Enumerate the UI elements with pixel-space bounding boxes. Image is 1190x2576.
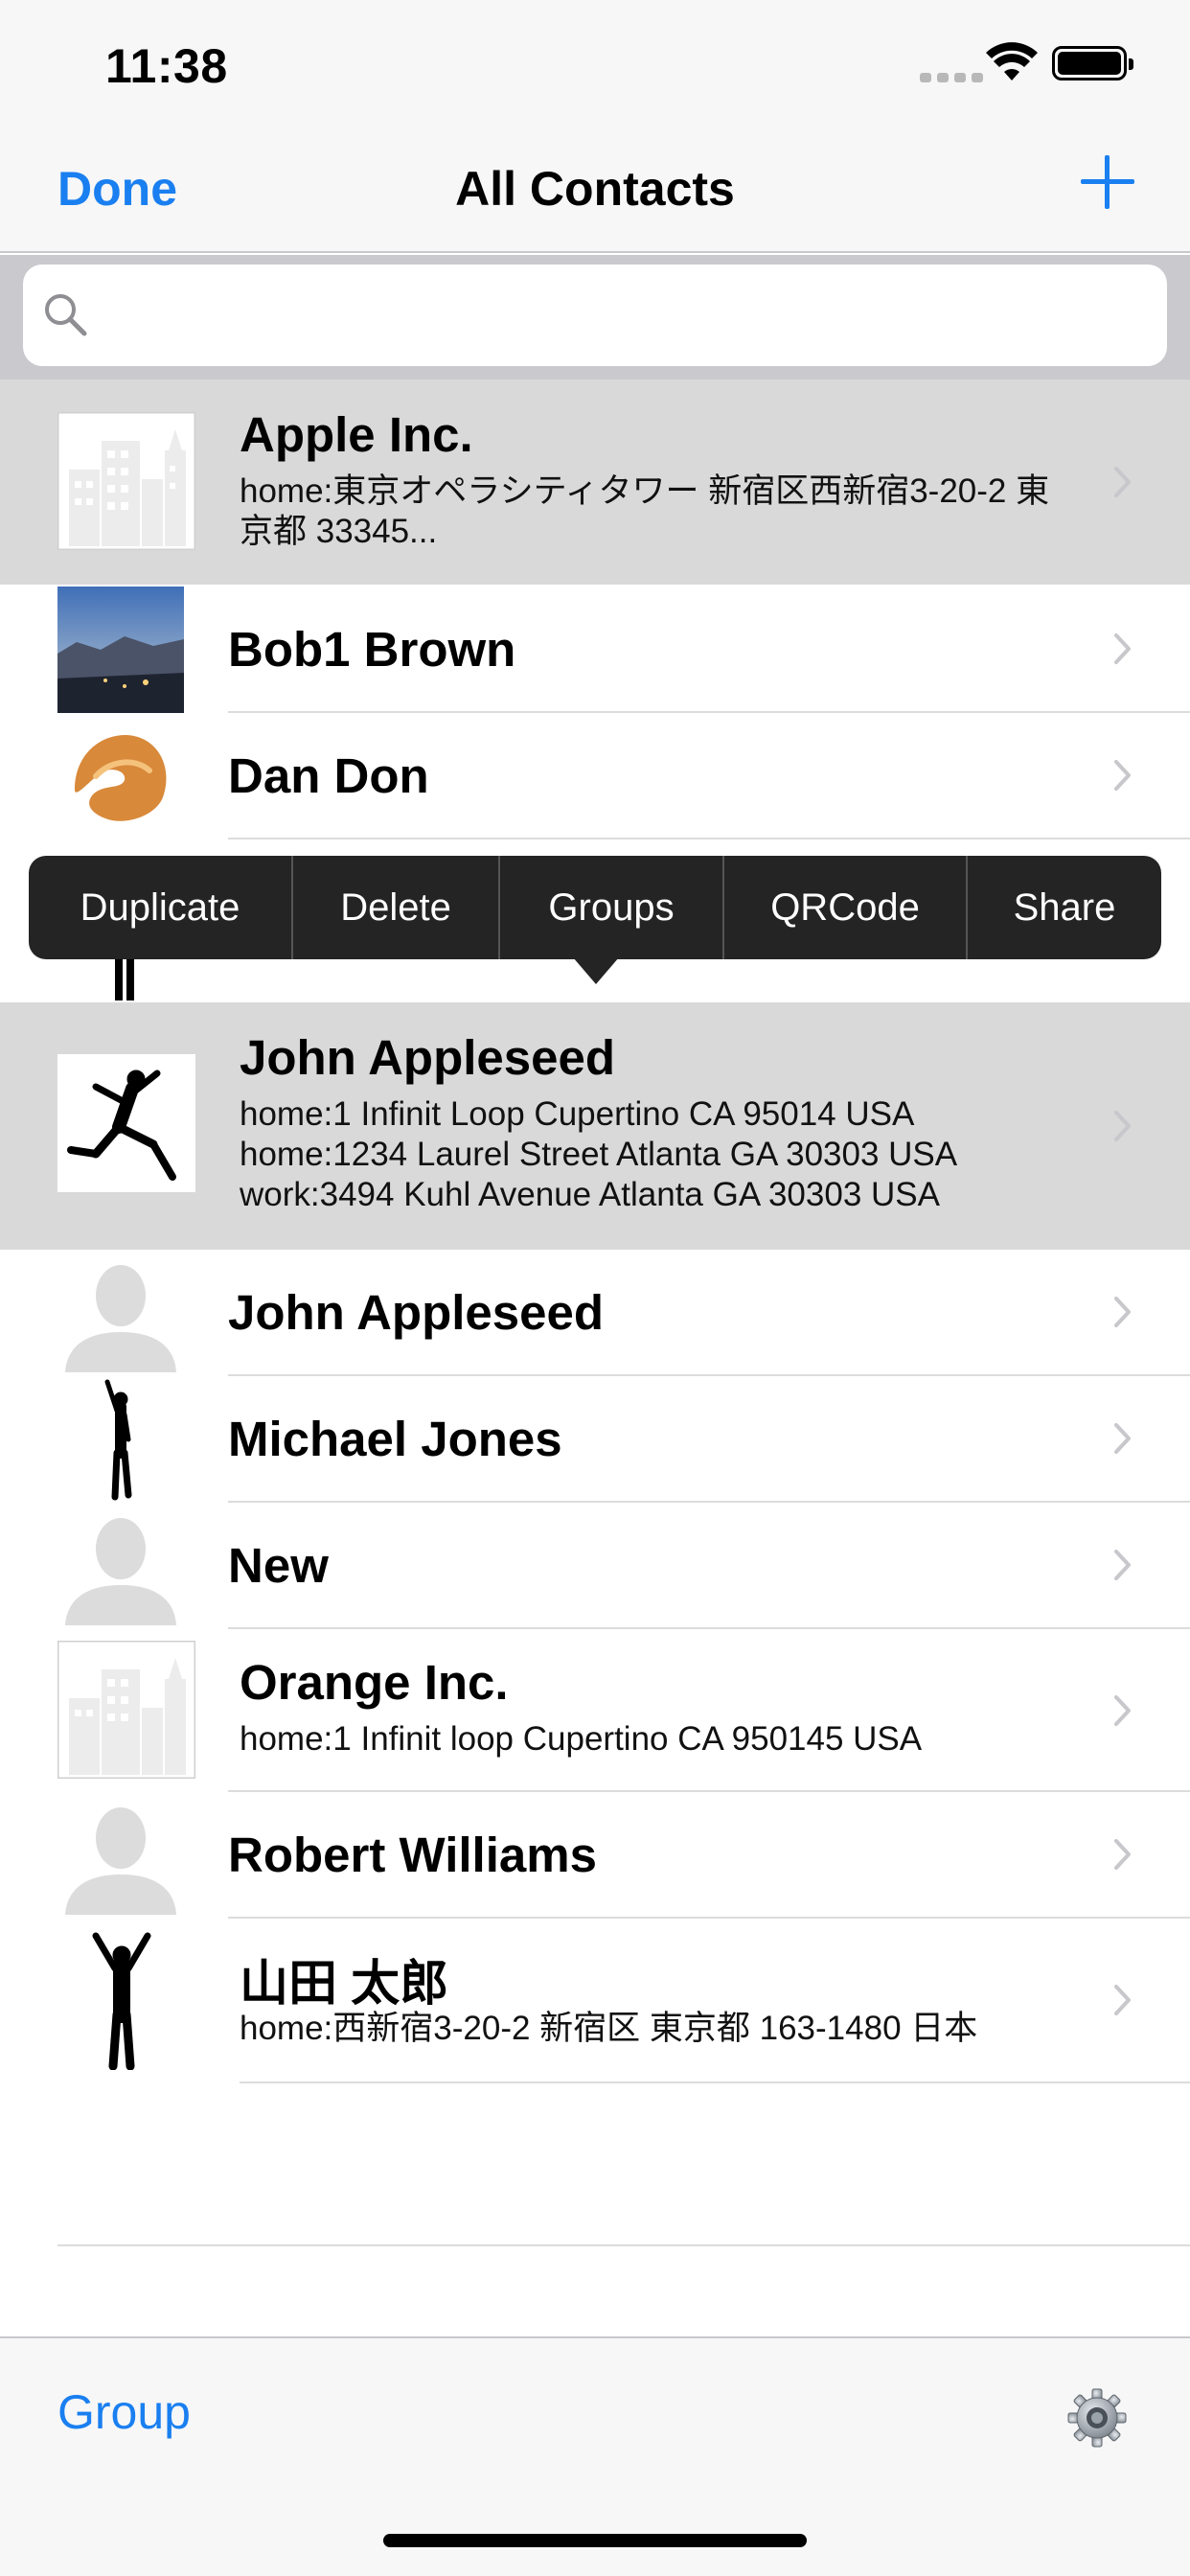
delete-menu-item[interactable]: Delete bbox=[293, 856, 500, 959]
home-indicator[interactable] bbox=[383, 2534, 807, 2547]
contact-row-john-appleseed[interactable]: John Appleseed bbox=[0, 1250, 1190, 1376]
row-separator bbox=[240, 2082, 1190, 2083]
contact-name: Apple Inc. bbox=[240, 407, 473, 462]
contact-row-orange-inc[interactable]: Orange Inc. home:1 Infinit loop Cupertin… bbox=[0, 1629, 1190, 1792]
contact-name: John Appleseed bbox=[228, 1285, 605, 1340]
contact-row-robert-williams[interactable]: Robert Williams bbox=[0, 1792, 1190, 1919]
contact-name: Dan Don bbox=[228, 748, 429, 803]
contact-row-bob1-brown[interactable]: Bob1 Brown bbox=[0, 585, 1190, 713]
search-icon bbox=[45, 294, 87, 336]
chevron-right-icon bbox=[1114, 760, 1131, 791]
contact-name: New bbox=[228, 1538, 329, 1593]
photo-avatar bbox=[57, 586, 184, 713]
person-placeholder-avatar bbox=[65, 1265, 176, 1372]
contact-address: home:1 Infinit loop Cupertino CA 950145 … bbox=[240, 1720, 923, 1758]
search-input[interactable] bbox=[105, 288, 1140, 343]
contact-row-new[interactable]: New bbox=[0, 1503, 1190, 1629]
plus-icon[interactable] bbox=[1077, 151, 1138, 213]
list-end-separator bbox=[57, 2244, 1190, 2246]
contact-name: John Appleseed bbox=[240, 1030, 616, 1085]
battery-icon bbox=[1052, 46, 1133, 80]
chevron-right-icon bbox=[1114, 1423, 1131, 1454]
search-bar bbox=[0, 255, 1190, 380]
search-field[interactable] bbox=[23, 264, 1167, 366]
status-bar: 11:38 bbox=[0, 0, 1190, 126]
groups-menu-item[interactable]: Groups bbox=[500, 856, 724, 959]
contact-address-line-1: home:1 Infinit Loop Cupertino CA 95014 U… bbox=[240, 1095, 915, 1133]
fortune-cookie-avatar bbox=[75, 735, 167, 821]
gear-icon[interactable] bbox=[1067, 2388, 1127, 2448]
chevron-right-icon bbox=[1114, 1297, 1131, 1327]
chevron-right-icon bbox=[1114, 1839, 1131, 1870]
contact-row-dan-don[interactable]: Dan Don bbox=[0, 713, 1190, 840]
silhouette-arms-up-avatar bbox=[92, 1932, 151, 2070]
chevron-right-icon bbox=[1114, 467, 1131, 497]
navigation-bar: Done All Contacts bbox=[0, 126, 1190, 253]
contact-row-yamada-taro[interactable]: 山田 太郎 home:西新宿3-20-2 新宿区 東京都 163-1480 日本 bbox=[0, 1919, 1190, 2083]
chevron-right-icon bbox=[1114, 1695, 1131, 1726]
contact-address: home:東京オペラシティタワー 新宿区西新宿3-20-2 東京都 33345.… bbox=[240, 472, 1050, 550]
status-time: 11:38 bbox=[105, 39, 228, 93]
group-button[interactable]: Group bbox=[57, 2384, 191, 2440]
context-menu-pointer bbox=[573, 957, 619, 984]
cellular-signal-icon bbox=[920, 73, 983, 82]
building-avatar bbox=[57, 1641, 195, 1779]
contact-address-line-2: home:1234 Laurel Street Atlanta GA 30303… bbox=[240, 1136, 958, 1173]
contact-row-john-appleseed-selected[interactable]: John Appleseed home:1 Infinit Loop Cuper… bbox=[0, 1002, 1190, 1250]
contact-name: Orange Inc. bbox=[240, 1655, 509, 1710]
contact-row-apple-inc[interactable]: Apple Inc. home:東京オペラシティタワー 新宿区西新宿3-20-2… bbox=[0, 380, 1190, 585]
duplicate-menu-item[interactable]: Duplicate bbox=[29, 856, 293, 959]
context-menu: Duplicate Delete Groups QRCode Share bbox=[29, 856, 1161, 959]
silhouette-avatar bbox=[104, 1379, 132, 1501]
contact-name: Michael Jones bbox=[228, 1412, 562, 1466]
contact-address-line-3: work:3494 Kuhl Avenue Atlanta GA 30303 U… bbox=[240, 1176, 940, 1213]
contact-name: Robert Williams bbox=[228, 1828, 597, 1882]
contact-name: Bob1 Brown bbox=[228, 622, 516, 677]
building-avatar bbox=[57, 412, 195, 550]
chevron-right-icon bbox=[1114, 1985, 1131, 2015]
wifi-icon bbox=[986, 42, 1038, 80]
qrcode-menu-item[interactable]: QRCode bbox=[724, 856, 968, 959]
chevron-right-icon bbox=[1114, 1111, 1131, 1141]
chevron-right-icon bbox=[1114, 633, 1131, 664]
chevron-right-icon bbox=[1114, 1550, 1131, 1580]
contact-name: 山田 太郎 bbox=[240, 1956, 449, 2011]
silhouette-jump-avatar bbox=[57, 1054, 195, 1192]
share-menu-item[interactable]: Share bbox=[968, 856, 1161, 959]
contact-address: home:西新宿3-20-2 新宿区 東京都 163-1480 日本 bbox=[240, 2010, 978, 2047]
contact-row-michael-jones[interactable]: Michael Jones bbox=[0, 1376, 1190, 1503]
page-title: All Contacts bbox=[455, 162, 735, 216]
person-placeholder-avatar bbox=[65, 1518, 176, 1625]
person-placeholder-avatar bbox=[65, 1807, 176, 1915]
